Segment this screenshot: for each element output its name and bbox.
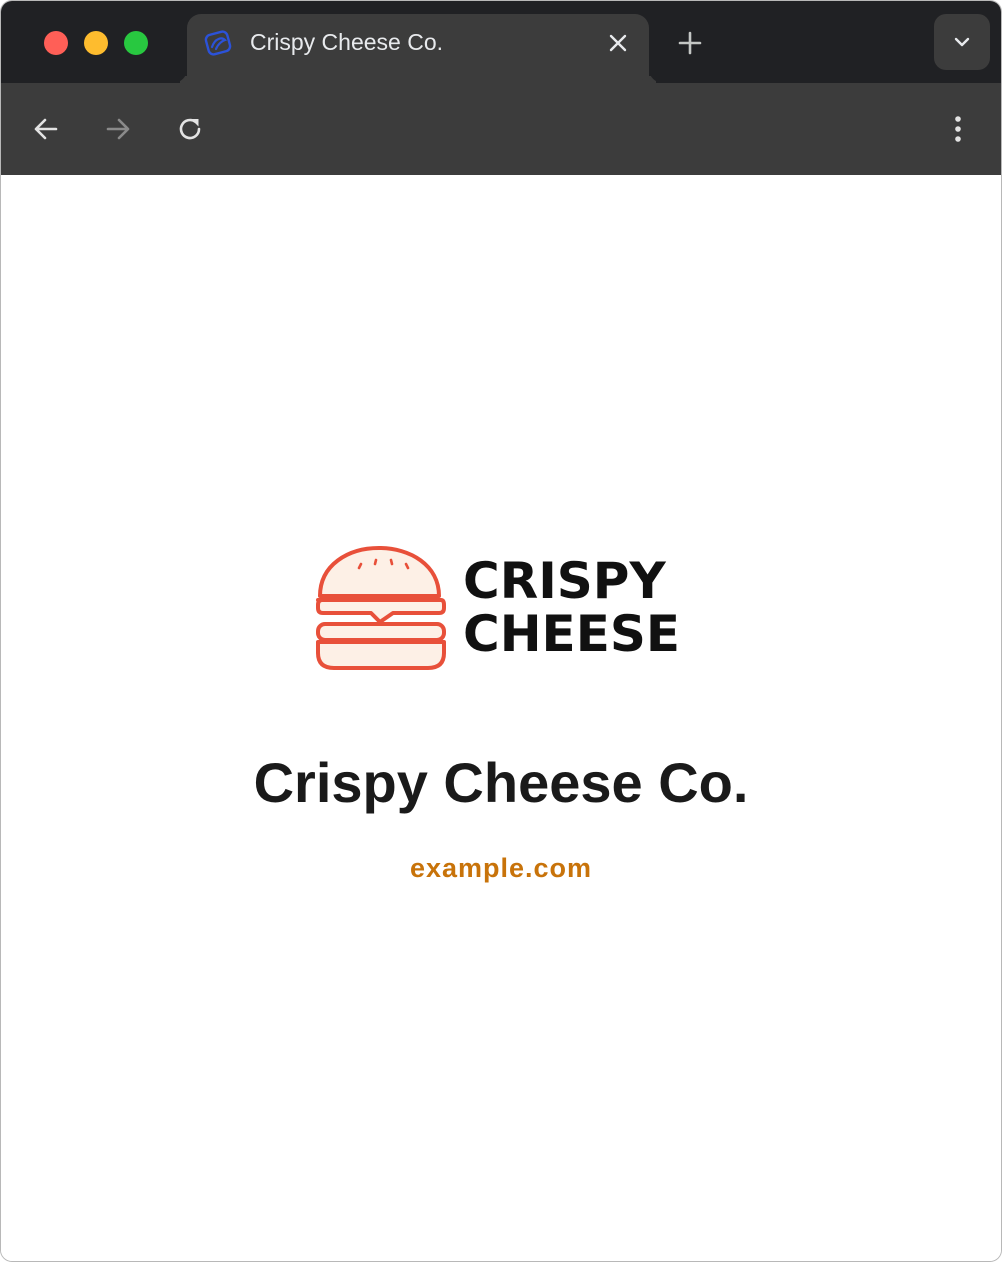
burger-icon	[316, 546, 446, 670]
logo-line-2: CHEESE	[463, 605, 681, 663]
crispy-cheese-logo: CRISPY CHEESE	[313, 545, 693, 675]
chevron-down-icon	[954, 37, 970, 47]
page-content: CRISPY CHEESE Crispy Cheese Co. example.…	[1, 175, 1001, 1261]
plus-icon[interactable]	[675, 28, 705, 58]
tab-title: Crispy Cheese Co.	[250, 29, 444, 55]
logo-line-1: CRISPY	[463, 552, 666, 610]
page-title: Crispy Cheese Co.	[253, 751, 749, 814]
orbit-logo-icon	[204, 30, 232, 56]
toolbar	[1, 83, 1001, 175]
close-window-button[interactable]	[44, 31, 68, 55]
page-domain: example.com	[409, 853, 593, 883]
tab-strip: Crispy Cheese Co.	[1, 1, 1001, 83]
maximize-window-button[interactable]	[124, 31, 148, 55]
close-icon[interactable]	[605, 30, 631, 56]
arrow-left-icon[interactable]	[30, 113, 62, 145]
arrow-right-icon[interactable]	[102, 113, 134, 145]
browser-window: Crispy Cheese Co. CRISPY CHEESE Crispy C…	[0, 0, 1002, 1262]
reload-icon[interactable]	[174, 113, 206, 145]
minimize-window-button[interactable]	[84, 31, 108, 55]
tab-active[interactable]: Crispy Cheese Co.	[187, 14, 649, 83]
logo-wordmark: CRISPY CHEESE	[463, 555, 680, 661]
more-vertical-icon[interactable]	[942, 113, 974, 145]
tab-search-button[interactable]	[934, 14, 990, 70]
